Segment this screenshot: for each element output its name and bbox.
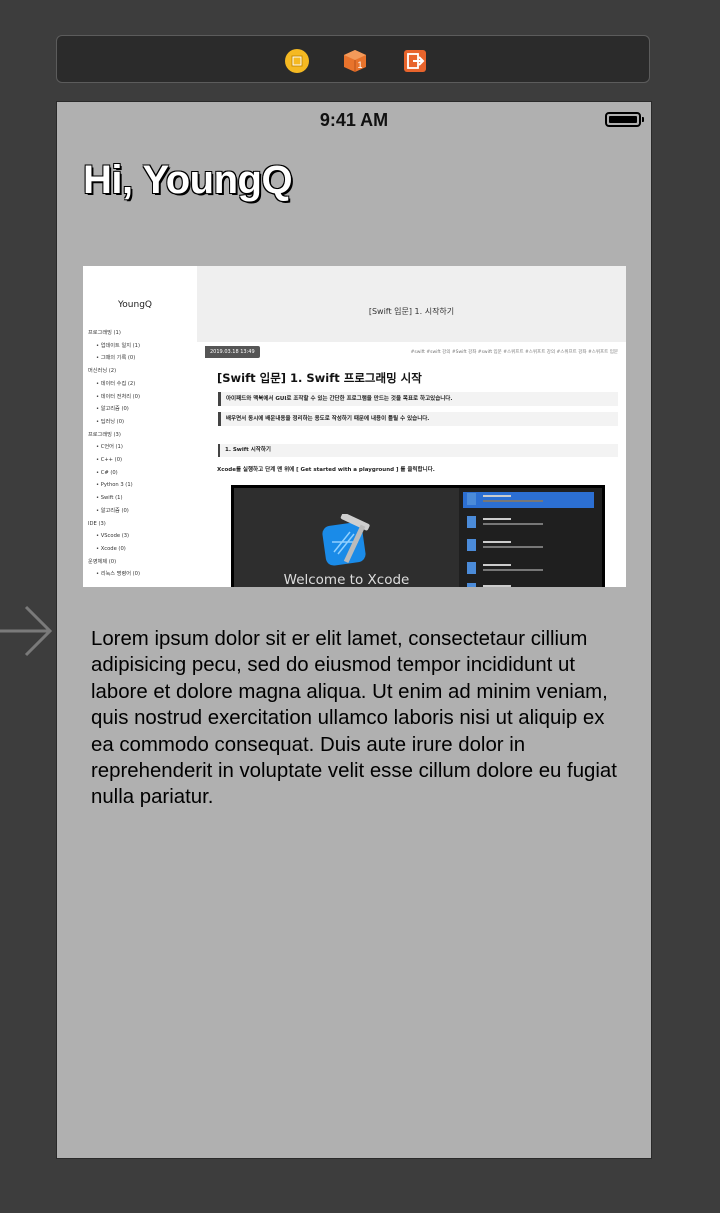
blog-category-item: C# (0)	[88, 467, 140, 480]
post-quote: 아이패드와 맥북에서 GUI로 조작할 수 있는 간단한 프로그램을 만드는 것…	[218, 392, 618, 406]
blog-category-item: C언어 (1)	[88, 441, 140, 454]
svg-text:1: 1	[358, 60, 363, 70]
blog-category-item: 머신러닝 (2)	[88, 368, 117, 375]
blog-category-item: IDE (3)	[88, 520, 106, 527]
blog-post: 2019.03.18 13:49 #swift #swift 강의 #Swift…	[197, 342, 626, 587]
blog-header-title: [Swift 입문] 1. 시작하기	[368, 307, 455, 316]
blog-category-item: 알고리즘 (0)	[88, 403, 140, 416]
list-item	[463, 582, 594, 587]
list-item	[463, 515, 594, 531]
post-tags: #swift #swift 강의 #Swift 강좌 #swift 입문 #스위…	[410, 350, 618, 355]
greeting-label[interactable]: Hi, YoungQ	[83, 158, 293, 203]
list-item	[463, 492, 594, 508]
body-text-label[interactable]: Lorem ipsum dolor sit er elit lamet, con…	[91, 626, 627, 811]
xcode-welcome-text: Welcome to Xcode	[283, 572, 410, 587]
xcode-hammer-icon	[322, 514, 370, 566]
blog-sidebar: YoungQ 프로그래밍 (1) 업데이트 일지 (1)그때의 기록 (0) 머신러…	[83, 266, 197, 587]
blog-category-item: Xcode (0)	[88, 543, 140, 556]
blog-category-item: VScode (3)	[88, 530, 140, 543]
post-paragraph: Xcode를 실행하고 단계 맨 위에 [ Get started with a…	[217, 467, 435, 473]
blog-category-item: 업데이트 일지 (1)	[88, 340, 140, 353]
entry-point-arrow-icon[interactable]	[0, 604, 56, 658]
battery-icon	[605, 112, 644, 127]
post-quote: 배우면서 동시에 배운내용을 정리하는 용도로 작성하기 때문에 내용이 틀릴 …	[218, 412, 618, 426]
blog-logo: YoungQ	[117, 300, 152, 310]
blog-category-item: 운영체제 (0)	[88, 558, 117, 565]
blog-category-item: 데이터 전처리 (0)	[88, 391, 140, 404]
xcode-recent-projects	[459, 488, 602, 587]
blog-category-item: 알고리즘 (0)	[88, 505, 140, 518]
view-controller-icon[interactable]	[284, 48, 310, 74]
view-controller-canvas[interactable]: 9:41 AM Hi, YoungQ YoungQ 프로그래밍 (1) 업데이트 …	[56, 101, 652, 1159]
scene-dock: 1	[56, 35, 650, 83]
blog-category-item: 프로그래밍 (1)	[88, 330, 121, 336]
first-responder-icon[interactable]: 1	[342, 48, 368, 74]
post-title: [Swift 입문] 1. Swift 프로그래밍 시작	[217, 371, 422, 385]
blog-category-item: Python 3 (1)	[88, 479, 140, 492]
blog-header: [Swift 입문] 1. 시작하기	[197, 266, 626, 342]
blog-category-item: 그때의 기록 (0)	[88, 352, 140, 365]
blog-category-item: Swift (1)	[88, 492, 140, 505]
exit-icon[interactable]	[402, 48, 428, 74]
blog-category-item: 데이터 수집 (2)	[88, 378, 140, 391]
blog-category-item: 리눅스 명령어 (0)	[88, 568, 140, 581]
post-section-heading: 1. Swift 시작하기	[218, 444, 618, 457]
list-item	[463, 561, 594, 577]
post-date: 2019.03.18 13:49	[205, 346, 260, 358]
blog-category-item: C++ (0)	[88, 454, 140, 467]
xcode-welcome-screenshot: Welcome to Xcode	[231, 485, 605, 587]
blog-category-list: 프로그래밍 (1) 업데이트 일지 (1)그때의 기록 (0) 머신러닝 (2) 데이…	[88, 327, 140, 581]
xcode-welcome-panel: Welcome to Xcode	[234, 488, 459, 587]
blog-category-item: 딥러닝 (0)	[88, 416, 140, 429]
status-bar-time: 9:41 AM	[319, 110, 389, 130]
blog-category-item: 프로그래밍 (3)	[88, 431, 121, 438]
blog-image-view[interactable]: YoungQ 프로그래밍 (1) 업데이트 일지 (1)그때의 기록 (0) 머신러…	[83, 266, 626, 587]
list-item	[463, 538, 594, 554]
